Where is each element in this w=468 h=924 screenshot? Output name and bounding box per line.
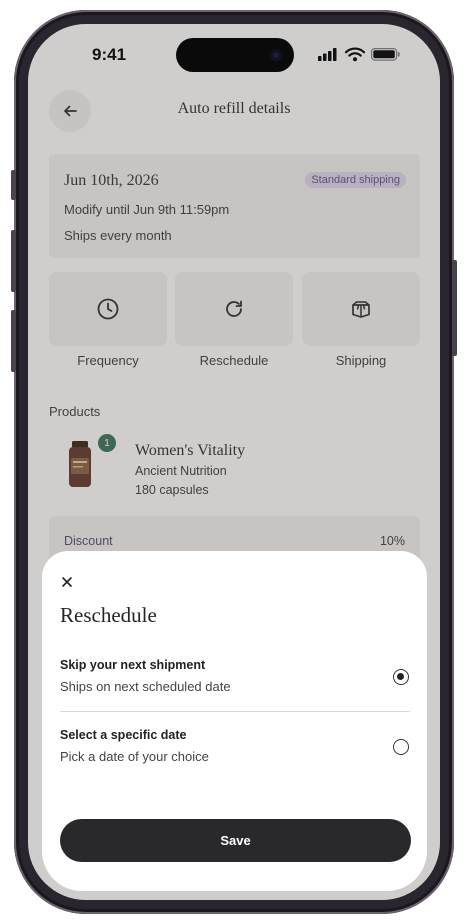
radio-unselected[interactable] [393, 739, 409, 755]
option-skip-next-shipment[interactable]: Skip your next shipment Ships on next sc… [60, 658, 410, 714]
option-subtitle: Pick a date of your choice [60, 749, 209, 764]
battery-icon [371, 48, 400, 61]
phone-screen: Auto refill details Jun 10th, 2026 Stand… [28, 24, 440, 900]
status-time: 9:41 [92, 45, 127, 64]
dynamic-island [176, 38, 294, 72]
divider [60, 711, 410, 712]
option-select-specific-date[interactable]: Select a specific date Pick a date of yo… [60, 728, 410, 784]
reschedule-bottom-sheet: Reschedule Skip your next shipment Ships… [42, 551, 427, 891]
save-button[interactable]: Save [60, 819, 411, 862]
option-title: Skip your next shipment [60, 658, 206, 672]
power-button [452, 260, 457, 356]
radio-dot [397, 673, 404, 680]
option-title: Select a specific date [60, 728, 187, 742]
option-subtitle: Ships on next scheduled date [60, 679, 231, 694]
mute-switch [11, 170, 16, 200]
volume-up-button [11, 230, 16, 292]
status-icons [318, 47, 400, 62]
cellular-signal-icon [318, 48, 337, 61]
close-icon[interactable] [60, 575, 74, 589]
radio-selected[interactable] [393, 669, 409, 685]
wifi-icon [344, 47, 366, 62]
front-camera [270, 49, 282, 61]
sheet-title: Reschedule [60, 603, 157, 627]
volume-down-button [11, 310, 16, 372]
